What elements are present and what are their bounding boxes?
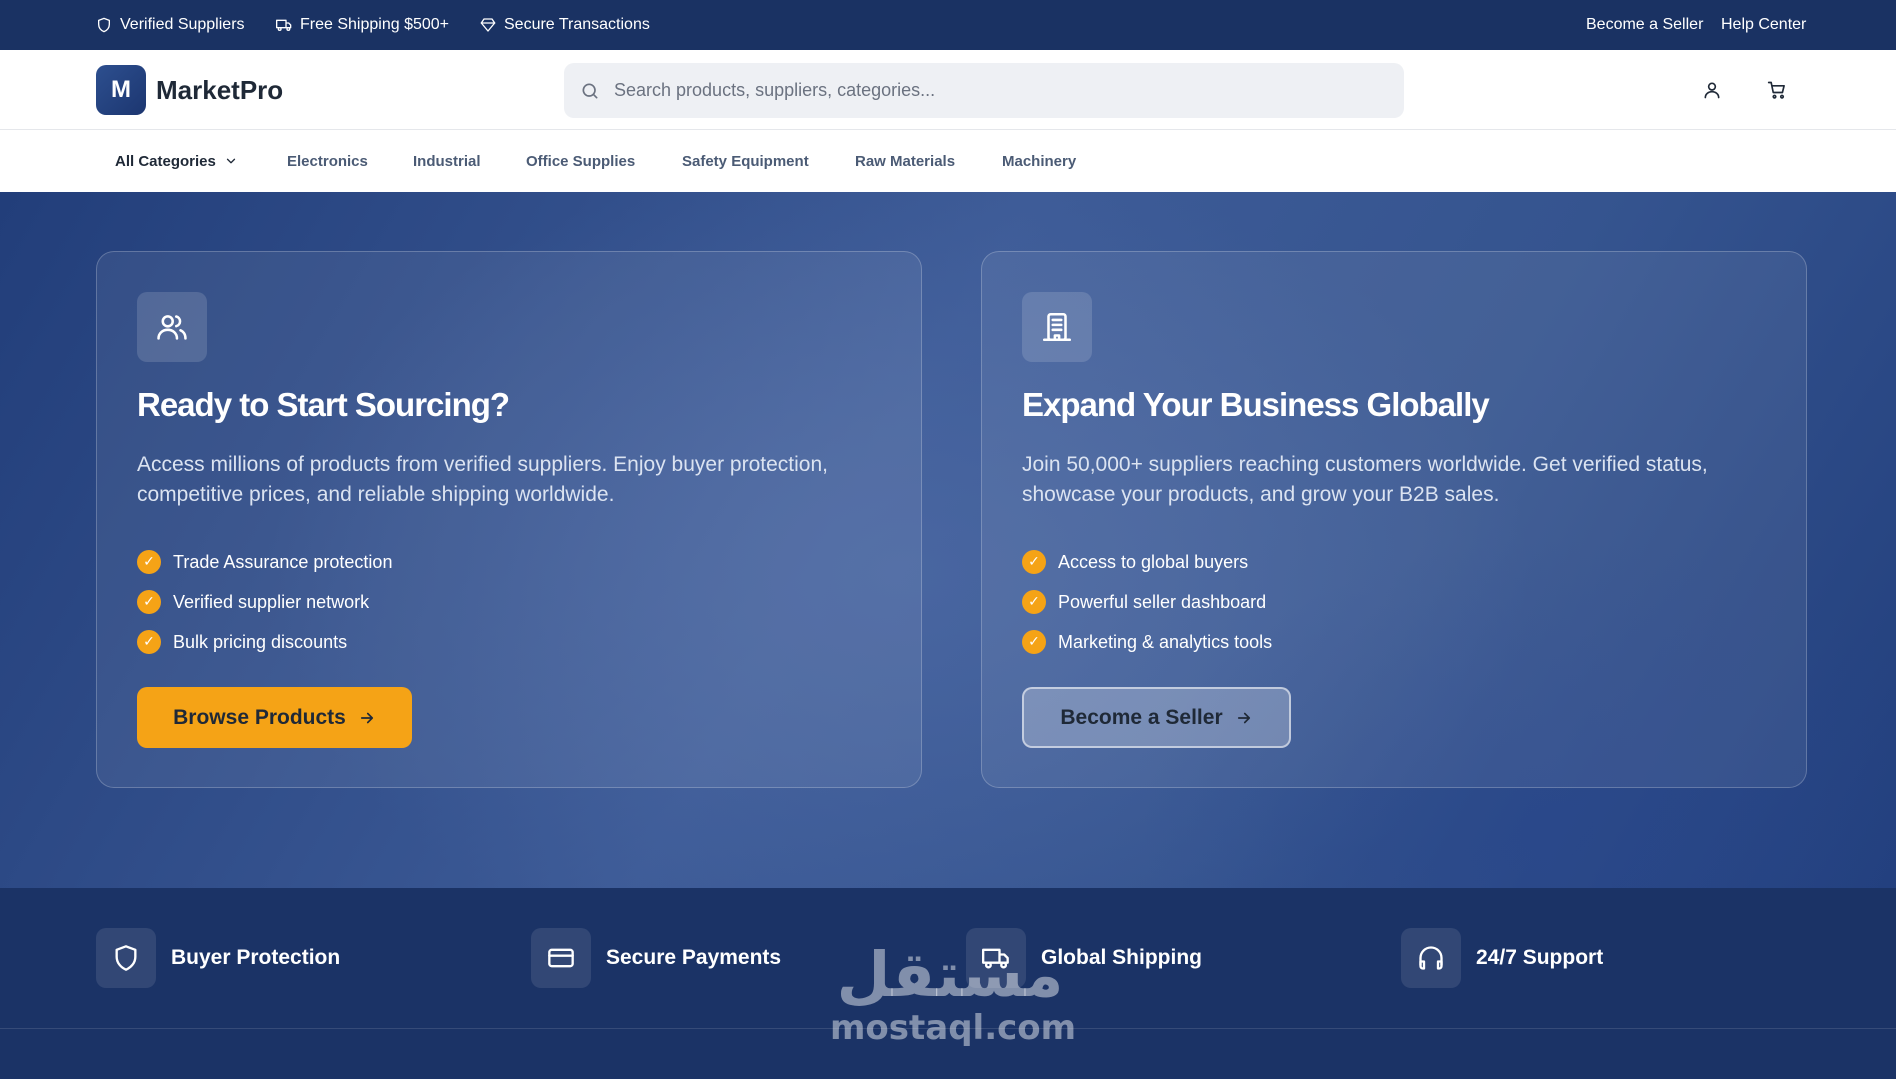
cart-button[interactable] — [1764, 77, 1790, 103]
arrow-right-icon — [1237, 712, 1250, 723]
list-item: ✓ Powerful seller dashboard — [1022, 582, 1272, 622]
truck-icon — [276, 19, 292, 31]
become-seller-link[interactable]: Become a Seller — [1586, 0, 1703, 50]
become-seller-button[interactable]: Become a Seller — [1022, 687, 1291, 748]
free-shipping-label: Free Shipping $500+ — [300, 16, 449, 33]
secure-transactions-label: Secure Transactions — [504, 16, 650, 33]
list-item: ✓ Marketing & analytics tools — [1022, 622, 1272, 662]
benefit-label: Powerful seller dashboard — [1058, 591, 1267, 612]
seller-card-description: Join 50,000+ suppliers reaching customer… — [1022, 453, 1708, 506]
feature-icon-box — [531, 928, 591, 988]
secure-transactions-badge: Secure Transactions — [480, 0, 650, 50]
verified-suppliers-label: Verified Suppliers — [120, 16, 245, 33]
buyer-card-description: Access millions of products from verifie… — [137, 453, 828, 506]
features-strip: Buyer Protection Secure Payments Global … — [0, 888, 1896, 1079]
credit-card-icon — [548, 948, 574, 968]
footer-divider — [0, 1028, 1896, 1029]
top-bar: Verified Suppliers Free Shipping $500+ S… — [0, 0, 1896, 50]
nav-item-machinery[interactable]: Machinery — [1002, 130, 1076, 192]
benefit-label: Bulk pricing discounts — [173, 631, 348, 652]
check-icon: ✓ — [137, 550, 161, 574]
hero-section: Ready to Start Sourcing? Access millions… — [0, 192, 1896, 888]
benefit-label: Access to global buyers — [1058, 551, 1249, 572]
browse-products-button[interactable]: Browse Products — [137, 687, 412, 748]
help-center-link[interactable]: Help Center — [1721, 0, 1806, 50]
browse-products-label: Browse Products — [173, 705, 346, 729]
check-icon: ✓ — [1022, 630, 1046, 654]
arrow-right-icon — [360, 712, 373, 723]
seller-card-title: Expand Your Business Globally — [1022, 386, 1490, 423]
check-icon: ✓ — [137, 630, 161, 654]
shield-icon — [98, 17, 110, 33]
seller-icon-box — [1022, 292, 1092, 362]
account-button[interactable] — [1699, 77, 1725, 103]
feature-icon-box — [1401, 928, 1461, 988]
feature-label: Global Shipping — [1041, 946, 1202, 969]
logo-mark: M — [96, 65, 146, 115]
check-icon: ✓ — [137, 590, 161, 614]
nav-item-industrial[interactable]: Industrial — [413, 130, 481, 192]
truck-icon — [982, 948, 1009, 969]
buyer-card: Ready to Start Sourcing? Access millions… — [96, 251, 922, 788]
users-icon — [157, 315, 187, 340]
gem-icon — [480, 18, 496, 32]
benefit-label: Trade Assurance protection — [173, 551, 393, 572]
buyer-card-title: Ready to Start Sourcing? — [137, 386, 510, 423]
seller-benefits-list: ✓ Access to global buyers ✓ Powerful selle… — [1022, 542, 1272, 662]
buyer-icon-box — [137, 292, 207, 362]
buyer-benefits-list: ✓ Trade Assurance protection ✓ Verified su… — [137, 542, 392, 662]
shield-icon — [115, 945, 137, 971]
list-item: ✓ Trade Assurance protection — [137, 542, 392, 582]
search-bar — [564, 63, 1404, 118]
nav-item-safety-equipment[interactable]: Safety Equipment — [682, 130, 809, 192]
all-categories-label: All Categories — [115, 152, 216, 170]
feature-secure-payments: Secure Payments — [531, 928, 781, 988]
search-input[interactable] — [614, 80, 1314, 101]
search-icon — [582, 83, 598, 98]
feature-icon-box — [96, 928, 156, 988]
feature-buyer-protection: Buyer Protection — [96, 928, 340, 988]
seller-card: Expand Your Business Globally Join 50,00… — [981, 251, 1807, 788]
feature-label: Buyer Protection — [171, 946, 341, 969]
nav-item-raw-materials[interactable]: Raw Materials — [855, 130, 955, 192]
list-item: ✓ Verified supplier network — [137, 582, 392, 622]
check-icon: ✓ — [1022, 550, 1046, 574]
main-header: M MarketPro — [0, 50, 1896, 130]
building-icon — [1042, 312, 1072, 342]
category-nav: All Categories Electronics Industrial Of… — [0, 130, 1896, 192]
benefit-label: Marketing & analytics tools — [1058, 631, 1273, 652]
all-categories-dropdown[interactable]: All Categories — [115, 130, 238, 192]
feature-label: 24/7 Support — [1476, 946, 1604, 969]
logo[interactable]: M MarketPro — [96, 65, 283, 115]
nav-item-electronics[interactable]: Electronics — [287, 130, 368, 192]
become-seller-label: Become a Seller — [1060, 705, 1223, 729]
free-shipping-badge: Free Shipping $500+ — [276, 0, 449, 50]
check-icon: ✓ — [1022, 590, 1046, 614]
brand-name: MarketPro — [156, 74, 284, 105]
verified-suppliers-badge: Verified Suppliers — [96, 0, 245, 50]
cart-icon — [1767, 81, 1785, 99]
nav-item-office-supplies[interactable]: Office Supplies — [526, 130, 635, 192]
chevron-down-icon — [226, 158, 236, 164]
list-item: ✓ Bulk pricing discounts — [137, 622, 392, 662]
feature-label: Secure Payments — [606, 946, 782, 969]
user-icon — [1704, 82, 1720, 99]
feature-icon-box — [966, 928, 1026, 988]
feature-support: 24/7 Support — [1401, 928, 1603, 988]
feature-global-shipping: Global Shipping — [966, 928, 1202, 988]
list-item: ✓ Access to global buyers — [1022, 542, 1272, 582]
headphones-icon — [1419, 946, 1443, 970]
benefit-label: Verified supplier network — [173, 591, 370, 612]
